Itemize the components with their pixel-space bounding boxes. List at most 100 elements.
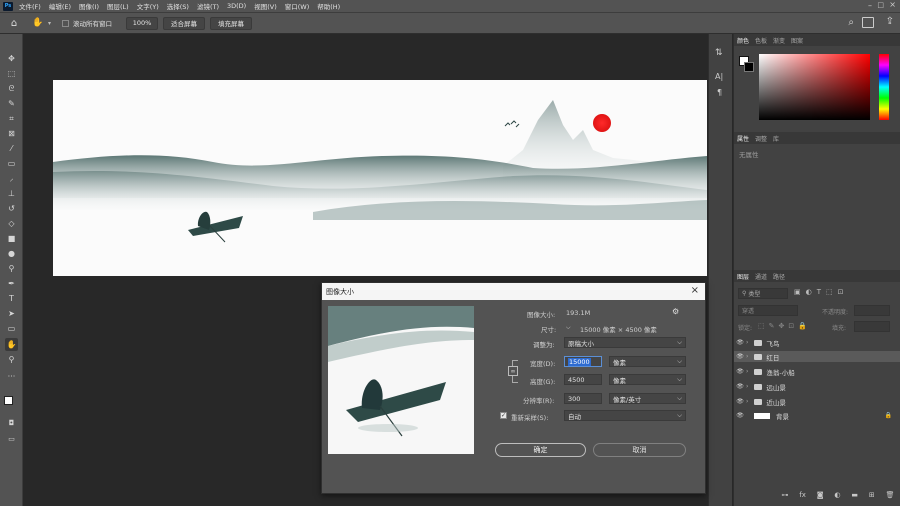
image-preview[interactable] [328, 306, 474, 454]
tab-swatches[interactable]: 色板 [755, 36, 767, 45]
menu-file[interactable]: 文件(F) [19, 1, 41, 11]
new-layer-icon[interactable]: ⊞ [869, 491, 875, 499]
gear-icon[interactable]: ⚙ [672, 307, 679, 316]
color-background-swatch[interactable] [744, 62, 754, 72]
tool-preset-chevron-icon[interactable]: ▾ [48, 20, 62, 27]
layer-kind-filter[interactable]: ⚲ 类型 [738, 288, 788, 299]
resample-select[interactable]: 自动 ⌵ [564, 410, 686, 421]
screen-mode-icon[interactable]: ▭ [5, 432, 18, 445]
tab-color[interactable]: 颜色 [737, 36, 749, 45]
paragraph-icon[interactable]: ¶ [717, 88, 722, 97]
layer-filter-icons[interactable]: ▣◐T⬚⊡ [794, 288, 848, 296]
menu-type[interactable]: 文字(Y) [137, 1, 159, 11]
gradient-icon[interactable]: ■ [5, 232, 18, 245]
height-input[interactable]: 4500 [564, 374, 602, 385]
pen-icon[interactable]: ✒ [5, 277, 18, 290]
layer-row[interactable]: 👁 › 渔翁-小船 [734, 366, 900, 377]
fill-field[interactable] [854, 321, 890, 332]
layer-row[interactable]: 👁 › 近山景 [734, 396, 900, 407]
dialog-close-icon[interactable]: × [691, 285, 699, 296]
more-icon[interactable]: ··· [5, 370, 18, 383]
mask-icon[interactable]: ◙ [817, 491, 824, 499]
menu-help[interactable]: 帮助(H) [317, 1, 340, 11]
dodge-icon[interactable]: ⚲ [5, 262, 18, 275]
ok-button[interactable]: 确定 [495, 443, 586, 457]
layer-row[interactable]: 👁 › 远山景 [734, 381, 900, 392]
close-icon[interactable]: × [889, 0, 896, 9]
menu-window[interactable]: 窗口(W) [285, 1, 310, 11]
resample-checkbox[interactable]: ✓ [500, 412, 507, 419]
constrain-proportions-icon[interactable]: ∞ [508, 366, 518, 376]
blend-mode-select[interactable]: 穿透 [738, 305, 798, 316]
minimize-icon[interactable]: – [868, 1, 872, 10]
resolution-input[interactable]: 300 [564, 393, 602, 404]
trash-icon[interactable]: 🗑 [886, 491, 895, 499]
quick-select-icon[interactable]: ✎ [5, 97, 18, 110]
search-icon[interactable]: ⌕ [848, 17, 854, 28]
type-icon[interactable]: T [5, 292, 18, 305]
expand-chevron-icon[interactable]: › [746, 339, 748, 346]
shape-icon[interactable]: ▭ [5, 322, 18, 335]
visibility-eye-icon[interactable]: 👁 [734, 412, 746, 419]
tab-libraries[interactable]: 库 [773, 134, 779, 143]
lock-icons[interactable]: ⬚✎✥⊡🔒 [758, 322, 811, 330]
tab-paths[interactable]: 路径 [773, 272, 785, 281]
layer-row[interactable]: 👁 › 飞鸟 [734, 337, 900, 348]
quick-mask-icon[interactable]: ◘ [5, 416, 18, 429]
visibility-eye-icon[interactable]: 👁 [734, 353, 746, 360]
fill-screen-button[interactable]: 填充屏幕 [210, 16, 252, 30]
hand-tool-icon[interactable]: ✋ [28, 18, 48, 28]
menu-image[interactable]: 图像(I) [79, 1, 99, 11]
expand-chevron-icon[interactable]: › [746, 383, 748, 390]
fit-to-select[interactable]: 原稿大小 ⌵ [564, 337, 686, 348]
document-canvas[interactable] [53, 80, 707, 276]
width-unit-select[interactable]: 像素 ⌵ [609, 356, 686, 367]
foreground-color-swatch[interactable] [4, 396, 13, 405]
dimensions-chevron-icon[interactable]: ⌵ [566, 324, 571, 332]
history-brush-icon[interactable]: ↺ [5, 202, 18, 215]
eyedropper-icon[interactable]: ⁄ [5, 142, 18, 155]
crop-icon[interactable]: ⌗ [5, 112, 18, 125]
maximize-icon[interactable]: □ [877, 1, 884, 9]
fit-screen-button[interactable]: 适合屏幕 [163, 16, 205, 30]
opacity-field[interactable] [854, 305, 890, 316]
menu-filter[interactable]: 滤镜(T) [197, 1, 219, 11]
cancel-button[interactable]: 取消 [593, 443, 686, 457]
brush-icon[interactable]: ⸝ [5, 172, 18, 185]
visibility-eye-icon[interactable]: 👁 [734, 339, 746, 346]
tab-patterns[interactable]: 图案 [791, 36, 803, 45]
workspace-icon[interactable] [862, 17, 874, 28]
zoom-100-button[interactable]: 100% [126, 16, 158, 30]
expand-chevron-icon[interactable]: › [746, 353, 748, 360]
tab-adjustments[interactable]: 调整 [755, 134, 767, 143]
menu-select[interactable]: 选择(S) [167, 1, 189, 11]
lasso-icon[interactable]: ᘓ [5, 82, 18, 95]
stamp-icon[interactable]: ⊥ [5, 187, 18, 200]
color-picker-field[interactable] [759, 54, 870, 120]
path-select-icon[interactable]: ➤ [5, 307, 18, 320]
menu-view[interactable]: 视图(V) [254, 1, 277, 11]
new-group-icon[interactable]: ▬ [851, 491, 858, 499]
menu-edit[interactable]: 编辑(E) [49, 1, 71, 11]
expand-chevron-icon[interactable]: › [746, 398, 748, 405]
home-icon[interactable]: ⌂ [0, 18, 28, 29]
scroll-all-checkbox[interactable] [62, 19, 69, 27]
hue-slider[interactable] [879, 54, 889, 120]
adjustment-icon[interactable]: ◐ [834, 491, 840, 499]
hand-icon[interactable]: ✋ [5, 338, 18, 351]
character-icon[interactable]: A| [715, 72, 723, 81]
share-icon[interactable]: ⇪ [886, 16, 894, 27]
menu-layer[interactable]: 图层(L) [107, 1, 129, 11]
layer-row[interactable]: 👁 背景 🔒 [734, 410, 900, 421]
tab-gradients[interactable]: 渐变 [773, 36, 785, 45]
visibility-eye-icon[interactable]: 👁 [734, 398, 746, 405]
marquee-icon[interactable]: ⬚ [5, 67, 18, 80]
visibility-eye-icon[interactable]: 👁 [734, 383, 746, 390]
fx-icon[interactable]: fx [799, 491, 806, 499]
expand-chevron-icon[interactable]: › [746, 368, 748, 375]
healing-icon[interactable]: ▭ [5, 157, 18, 170]
move-icon[interactable]: ✥ [5, 52, 18, 65]
tab-properties[interactable]: 属性 [737, 134, 749, 143]
layer-row[interactable]: 👁 › 红日 [734, 351, 900, 362]
menu-3d[interactable]: 3D(D) [227, 2, 246, 10]
